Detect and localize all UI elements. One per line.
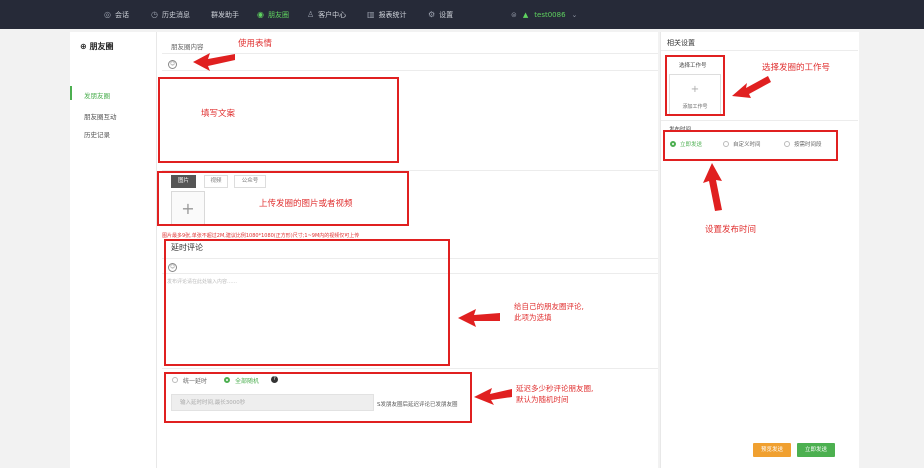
arrow-account: [732, 76, 771, 98]
arrow-delay: [474, 388, 512, 405]
arrow-comment: [458, 309, 500, 327]
arrow-time: [703, 163, 722, 211]
annotation-arrows: [193, 53, 771, 405]
arrow-emoji: [193, 53, 235, 71]
